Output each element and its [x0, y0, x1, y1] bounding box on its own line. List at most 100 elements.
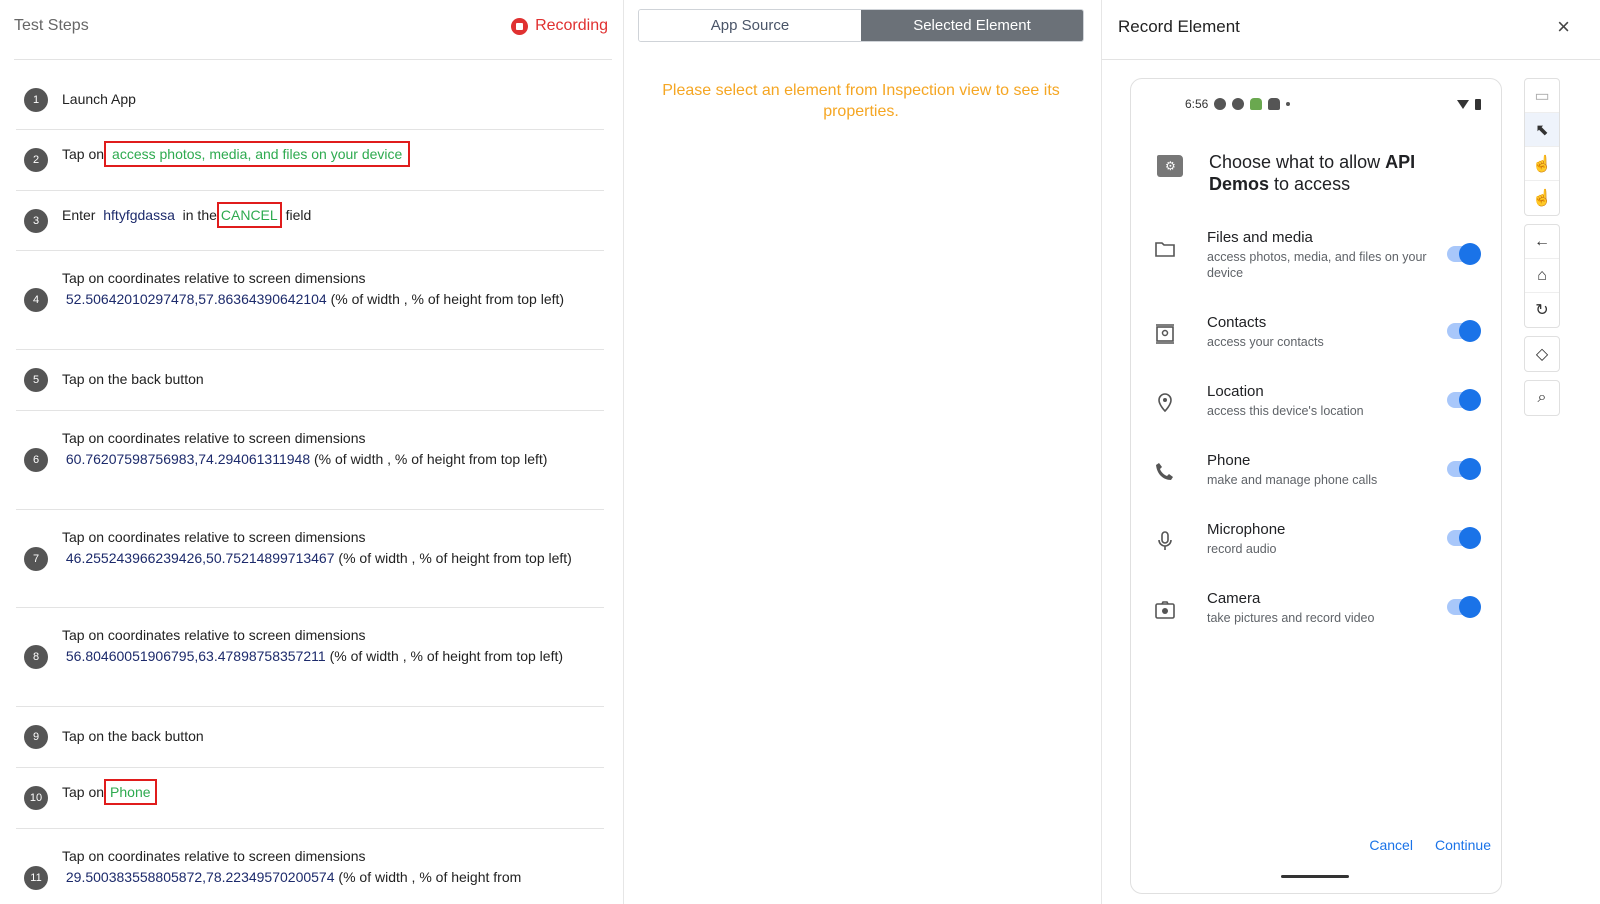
step-coords: 52.50642010297478,57.86364390642104 [65, 291, 327, 307]
permission-toggle[interactable] [1447, 320, 1481, 342]
step-rest: (% of width , % of height from top left) [314, 451, 548, 467]
test-step[interactable]: 7 Tap on coordinates relative to screen … [16, 510, 604, 608]
step-number: 4 [24, 288, 48, 312]
step-coords: 29.500383558805872,78.22349570200574 [65, 869, 335, 885]
step-rest: (% of width , % of height from top left) [330, 291, 565, 307]
step-input-value: hftyfgdassa [103, 207, 175, 223]
permission-row-camera[interactable]: Camera take pictures and record video [1131, 590, 1501, 650]
step-text: Launch App [62, 91, 136, 107]
select-element-icon[interactable]: ⬉ [1525, 113, 1559, 147]
tap-gesture-icon[interactable]: ☝ [1525, 181, 1559, 215]
record-stop-icon[interactable] [511, 17, 529, 35]
test-step[interactable]: 1 Launch App [16, 70, 604, 130]
permission-row-location[interactable]: Location access this device's location [1131, 383, 1501, 443]
test-step[interactable]: 11 Tap on coordinates relative to screen… [16, 829, 604, 904]
cancel-button[interactable]: Cancel [1369, 837, 1413, 853]
search-icon[interactable]: ⌕ [1525, 381, 1559, 415]
toggle-knob [1459, 458, 1481, 480]
step-number: 7 [24, 547, 48, 571]
record-element-panel: Record Element × 6:56 Choose what to all… [1102, 0, 1600, 904]
microphone-icon [1158, 531, 1172, 550]
recording-label: Recording [535, 17, 608, 34]
permission-name: Location [1207, 383, 1264, 400]
gesture-nav-bar[interactable] [1281, 875, 1349, 878]
permission-desc: access this device's location [1207, 404, 1364, 418]
permission-toggle[interactable] [1447, 527, 1481, 549]
dialog-title: Choose what to allow API Demos to access [1209, 151, 1469, 195]
tab-app-source[interactable]: App Source [639, 10, 861, 41]
status-bar: 6:56 [1185, 97, 1291, 111]
test-step[interactable]: 8 Tap on coordinates relative to screen … [16, 608, 604, 707]
status-time: 6:56 [1185, 97, 1209, 111]
permission-row-contacts[interactable]: Contacts access your contacts [1131, 314, 1501, 374]
permission-toggle[interactable] [1447, 596, 1481, 618]
permission-desc: access your contacts [1207, 335, 1324, 349]
continue-button[interactable]: Continue [1435, 837, 1491, 853]
step-line: Tap on coordinates relative to screen di… [62, 529, 366, 545]
step-line: Tap on coordinates relative to screen di… [62, 848, 366, 864]
refresh-icon[interactable]: ↻ [1525, 293, 1559, 327]
step-rest: (% of width , % of height from top left) [329, 648, 564, 664]
device-screen[interactable]: 6:56 Choose what to allow API Demos to a… [1130, 78, 1502, 894]
step-number: 6 [24, 448, 48, 472]
toggle-knob [1459, 527, 1481, 549]
test-step[interactable]: 4 Tap on coordinates relative to screen … [16, 251, 604, 350]
folder-icon [1155, 242, 1175, 257]
step-line: Tap on coordinates relative to screen di… [62, 430, 366, 446]
step-target-element[interactable]: Phone [104, 779, 157, 805]
recording-indicator[interactable]: Recording [511, 17, 608, 35]
rotate-icon[interactable]: ◇ [1525, 337, 1559, 371]
dialog-title-pre: Choose what to allow [1209, 152, 1386, 172]
permission-desc: take pictures and record video [1207, 611, 1375, 625]
test-step[interactable]: 3 Enter hftyfgdassa in the CANCEL field [16, 191, 604, 251]
location-icon [1158, 393, 1172, 413]
step-target-element[interactable]: access photos, media, and files on your … [104, 141, 411, 167]
step-number: 5 [24, 368, 48, 392]
contacts-icon [1156, 324, 1174, 344]
device-icon[interactable]: ▭ [1525, 79, 1559, 113]
permission-toggle[interactable] [1447, 389, 1481, 411]
empty-selection-message: Please select an element from Inspection… [662, 82, 1060, 120]
step-number: 1 [24, 88, 48, 112]
step-number: 10 [24, 786, 48, 810]
permission-row-microphone[interactable]: Microphone record audio [1131, 521, 1501, 581]
permission-row-phone[interactable]: Phone make and manage phone calls [1131, 452, 1501, 512]
status-android-icon [1268, 98, 1281, 110]
toggle-knob [1459, 596, 1481, 618]
test-step[interactable]: 10 Tap on Phone [16, 768, 604, 829]
step-coords: 46.255243966239426,50.75214899713467 [65, 550, 335, 566]
toggle-knob [1459, 389, 1481, 411]
dialog-buttons: Cancel Continue [1369, 837, 1491, 853]
step-prefix: Enter [62, 207, 96, 223]
step-middle: in the [182, 207, 217, 223]
step-text: Tap on the back button [62, 728, 204, 744]
tab-selected-element[interactable]: Selected Element [861, 10, 1083, 41]
permission-row-files[interactable]: Files and media access photos, media, an… [1131, 229, 1501, 289]
inspector-panel: App Source Selected Element Please selec… [624, 0, 1102, 904]
back-arrow-icon[interactable]: ← [1525, 225, 1559, 259]
test-step[interactable]: 6 Tap on coordinates relative to screen … [16, 411, 604, 510]
record-element-title: Record Element [1118, 17, 1240, 36]
permission-toggle[interactable] [1447, 458, 1481, 480]
test-steps-header: Test Steps Recording [14, 0, 612, 60]
toggle-knob [1459, 243, 1481, 265]
home-icon[interactable]: ⌂ [1525, 259, 1559, 293]
phone-icon [1156, 463, 1173, 480]
permission-name: Phone [1207, 452, 1251, 469]
step-target-element[interactable]: CANCEL [216, 202, 282, 228]
inspector-tabs: App Source Selected Element [638, 9, 1084, 42]
test-steps-panel: Test Steps Recording 1 Launch App 2 Tap … [0, 0, 624, 904]
step-number: 2 [24, 148, 48, 172]
step-line: Tap on coordinates relative to screen di… [62, 627, 366, 643]
test-step[interactable]: 2 Tap on access photos, media, and files … [16, 130, 604, 191]
test-step[interactable]: 9 Tap on the back button [16, 707, 604, 768]
permission-toggle[interactable] [1447, 243, 1481, 265]
swipe-gesture-icon[interactable]: ☝ [1525, 147, 1559, 181]
step-rest: (% of width , % of height from top left) [338, 550, 572, 566]
tool-group-interaction: ▭ ⬉ ☝ ☝ [1524, 78, 1560, 216]
battery-icon [1475, 99, 1481, 110]
test-step[interactable]: 5 Tap on the back button [16, 350, 604, 411]
status-right [1457, 99, 1481, 110]
close-icon[interactable]: × [1557, 14, 1570, 40]
tool-group-navigation: ← ⌂ ↻ [1524, 224, 1560, 328]
